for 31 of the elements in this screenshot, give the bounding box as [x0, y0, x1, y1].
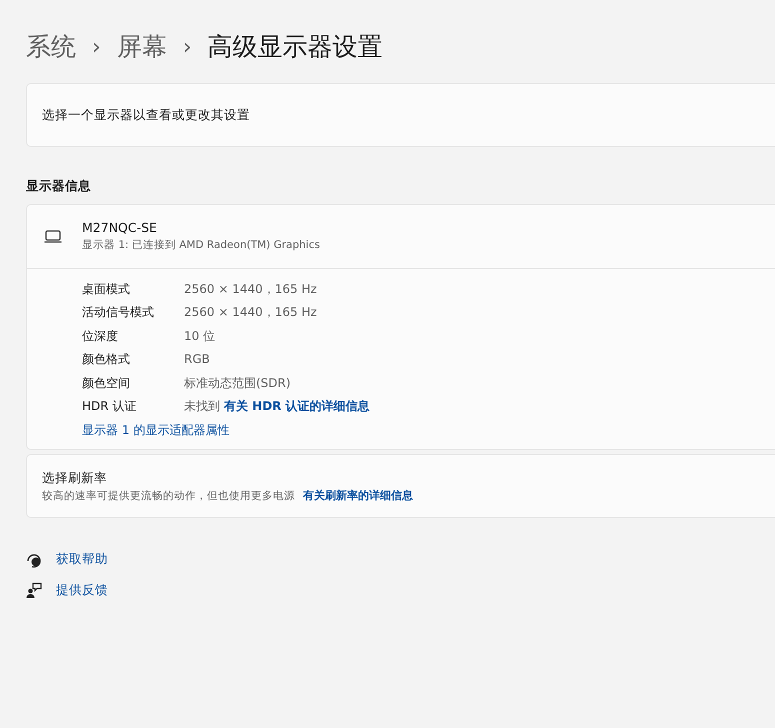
selector-label: 选择一个显示器以查看或更改其设置	[42, 106, 250, 124]
info-value: 2560 × 1440，165 Hz	[184, 280, 317, 298]
page-title: 高级显示器设置	[208, 31, 383, 64]
adapter-properties-link[interactable]: 显示器 1 的显示适配器属性	[82, 420, 230, 438]
laptop-icon	[44, 230, 62, 243]
display-subtitle: 显示器 1: 已连接到 AMD Radeon(TM) Graphics	[82, 238, 320, 253]
info-label: 位深度	[82, 328, 119, 344]
footer-link[interactable]: 提供反馈	[56, 581, 108, 600]
section-heading: 显示器信息	[26, 177, 92, 195]
info-label: 桌面模式	[82, 280, 131, 298]
info-value: 标准动态范围(SDR)	[184, 374, 291, 392]
info-label: 颜色格式	[82, 351, 131, 368]
refresh-rate-title: 选择刷新率	[42, 469, 108, 488]
info-label: HDR 认证	[82, 398, 138, 415]
help-icon	[26, 552, 42, 568]
chevron-icon: ›	[92, 30, 101, 64]
refresh-rate-link[interactable]: 有关刷新率的详细信息	[303, 489, 413, 502]
info-value: 10 位	[184, 328, 216, 344]
breadcrumb-link[interactable]: 屏幕	[116, 28, 167, 66]
info-value: 未找到	[184, 398, 220, 415]
footer-link[interactable]: 获取帮助	[56, 550, 108, 569]
feedback-icon	[26, 582, 42, 598]
info-value: RGB	[184, 351, 210, 368]
chevron-icon: ›	[182, 30, 192, 64]
info-link[interactable]: 有关 HDR 认证的详细信息	[224, 397, 370, 415]
info-label: 颜色空间	[82, 374, 131, 392]
display-name: M27NQC-SE	[82, 219, 158, 237]
refresh-rate-description: 较高的速率可提供更流畅的动作，但也使用更多电源	[42, 490, 295, 502]
breadcrumb-link[interactable]: 系统	[26, 28, 76, 66]
info-label: 活动信号模式	[82, 304, 155, 321]
info-value: 2560 × 1440，165 Hz	[184, 304, 317, 321]
